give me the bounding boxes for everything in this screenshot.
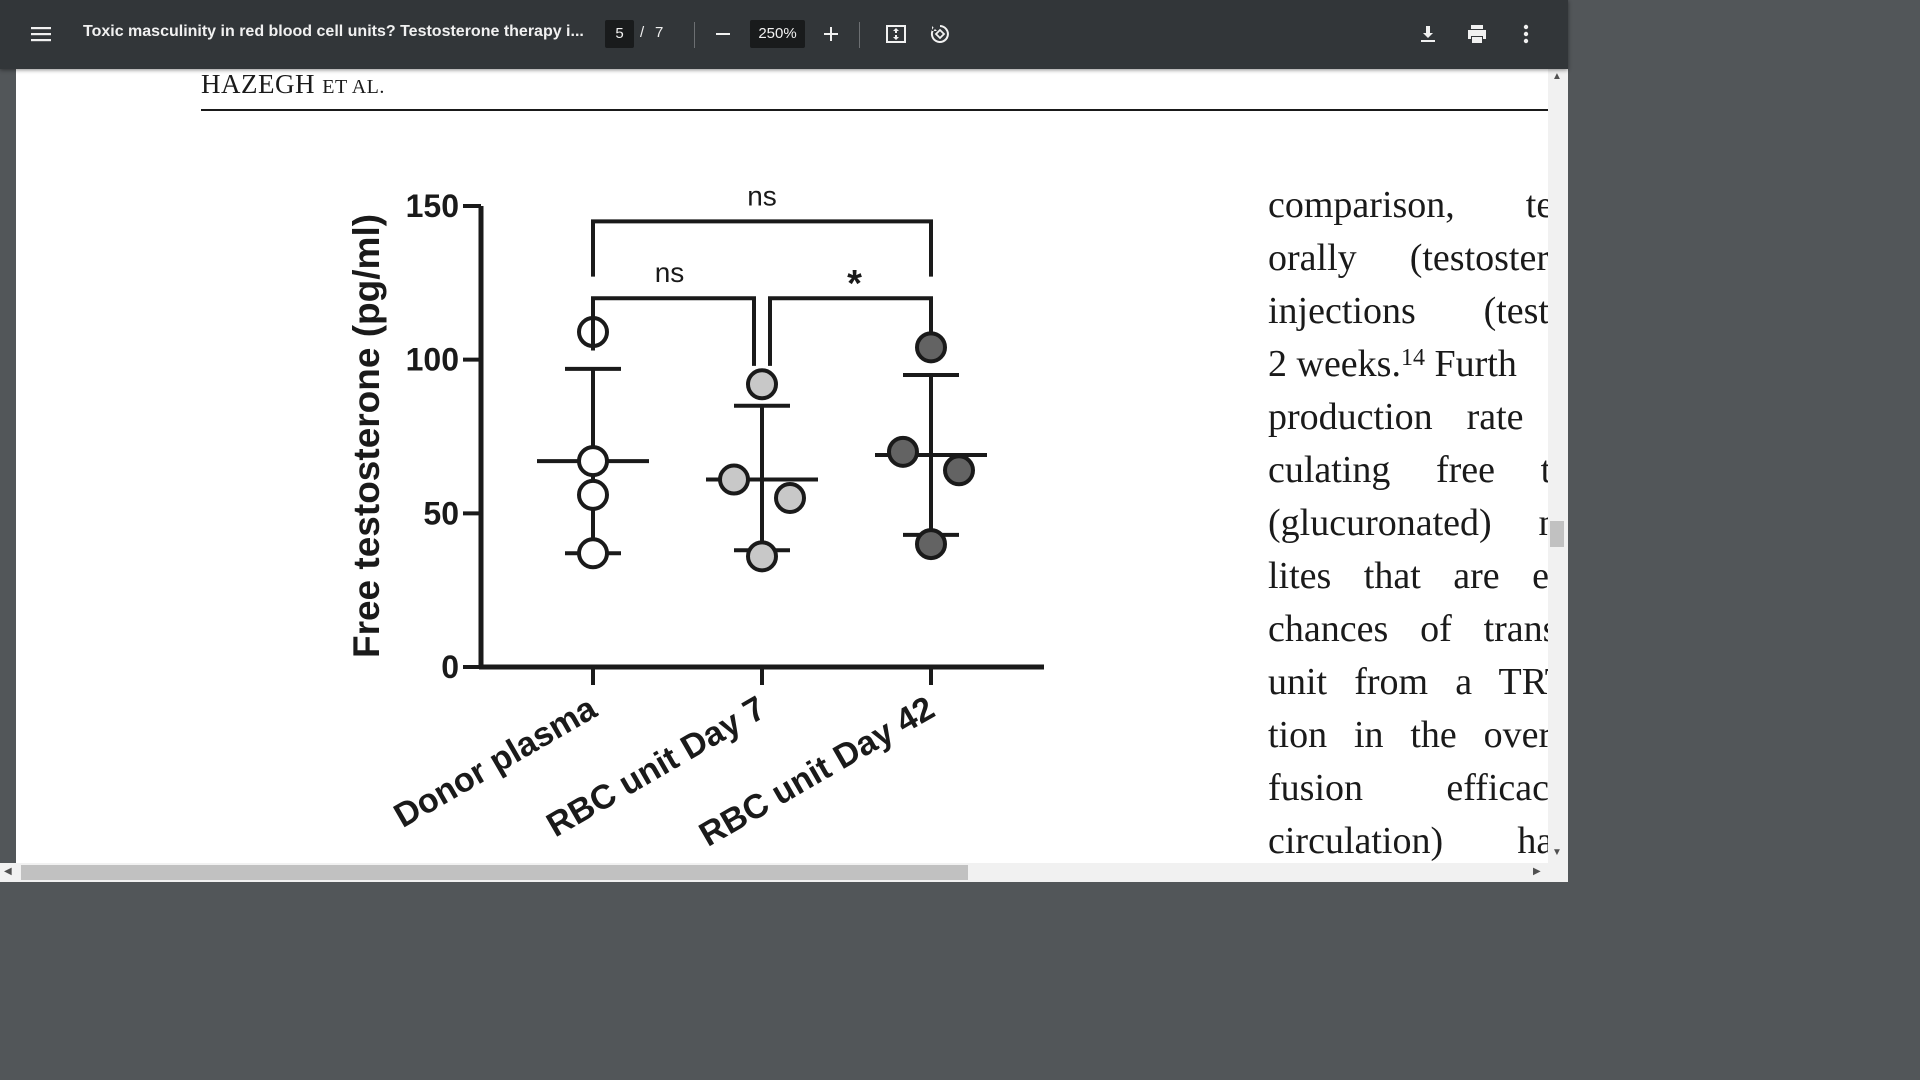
zoom-level-input[interactable]: 250% <box>750 20 805 48</box>
data-point <box>774 481 806 514</box>
scroll-right-icon[interactable]: ▶ <box>1533 866 1541 877</box>
chart-labels: 050100150Free testosterone (pg/ml)Donor … <box>346 180 941 854</box>
significance-bracket <box>591 296 756 366</box>
y-tick-label: 50 <box>423 495 459 531</box>
body-text-line: comparison, tes <box>1268 184 1548 226</box>
page-number-input[interactable]: 5 <box>605 20 634 48</box>
significance-label: ns <box>747 180 777 211</box>
download-icon[interactable] <box>1408 14 1448 54</box>
body-text-line: injections (testo <box>1268 290 1548 332</box>
significance-label: * <box>847 263 862 305</box>
more-options-icon[interactable] <box>1506 14 1546 54</box>
vertical-scroll-thumb[interactable] <box>1550 521 1564 547</box>
print-icon[interactable] <box>1457 14 1497 54</box>
data-point <box>887 435 919 468</box>
data-point <box>577 445 609 478</box>
significance-label: ns <box>655 257 685 288</box>
zoom-in-icon[interactable] <box>811 14 851 54</box>
scroll-down-icon[interactable]: ▼ <box>1552 847 1562 858</box>
page-total: 7 <box>655 24 664 41</box>
document-viewer[interactable]: HAZEGH ET AL. 0 50 100 150 Free testosterone… <box>0 69 1568 863</box>
data-point <box>943 454 975 487</box>
page-separator: / <box>640 24 645 41</box>
scroll-left-icon[interactable]: ◀ <box>4 866 12 877</box>
body-text-line: lites that are ex <box>1268 555 1548 597</box>
body-text-fragment: 2 weeks. <box>1268 343 1401 385</box>
scroll-up-icon[interactable]: ▲ <box>1552 71 1562 82</box>
y-tick-label: 100 <box>406 342 459 378</box>
body-text-line: tion in the overa <box>1268 714 1548 756</box>
horizontal-scrollbar[interactable]: ◀ ▶ <box>0 863 1568 882</box>
rotate-icon[interactable] <box>920 14 960 54</box>
document-title: Toxic masculinity in red blood cell unit… <box>83 23 584 40</box>
body-text-line: culating free te <box>1268 449 1548 491</box>
chart-marks <box>537 219 987 573</box>
fit-page-icon[interactable] <box>876 14 916 54</box>
vertical-scrollbar[interactable]: ▲ ▼ <box>1548 69 1568 863</box>
testosterone-chart: 050100150Free testosterone (pg/ml)Donor … <box>346 180 1044 854</box>
data-point <box>577 478 609 511</box>
body-text-line: orally (testostero <box>1268 237 1548 279</box>
body-text-column: comparison, tes orally (testostero injecti… <box>1268 179 1548 863</box>
body-text-line: fusion efficacy <box>1268 767 1548 809</box>
toolbar-divider <box>694 22 695 48</box>
data-point <box>718 463 750 496</box>
y-tick-label: 150 <box>406 188 459 224</box>
data-point <box>746 368 778 401</box>
citation-superscript: 14 <box>1400 345 1425 371</box>
body-text-line: 2 weeks.14 Furth <box>1268 338 1548 391</box>
data-point <box>915 331 947 364</box>
data-point <box>915 528 947 561</box>
significance-bracket <box>591 219 933 277</box>
data-point <box>577 537 609 570</box>
significance-bracket <box>768 296 933 366</box>
pdf-toolbar: Toxic masculinity in red blood cell unit… <box>0 0 1568 69</box>
data-point <box>746 540 778 573</box>
y-axis-label: Free testosterone (pg/ml) <box>346 214 387 658</box>
toolbar-divider <box>859 22 860 48</box>
body-text-line: chances of transi <box>1268 608 1548 650</box>
body-text-line: unit from a TRT <box>1268 661 1548 703</box>
pdf-page: HAZEGH ET AL. 0 50 100 150 Free testosterone… <box>16 69 1548 863</box>
body-text-line: (glucuronated) m <box>1268 502 1548 544</box>
horizontal-scroll-thumb[interactable] <box>21 865 968 880</box>
zoom-out-icon[interactable] <box>703 14 743 54</box>
chart-axes <box>463 204 1044 685</box>
body-text-fragment: Furth <box>1424 343 1517 385</box>
y-tick-label: 0 <box>441 649 459 685</box>
body-text-line: production rate i <box>1268 396 1548 438</box>
hamburger-menu-icon[interactable] <box>21 14 61 54</box>
body-text-line: circulation) has <box>1268 820 1548 862</box>
